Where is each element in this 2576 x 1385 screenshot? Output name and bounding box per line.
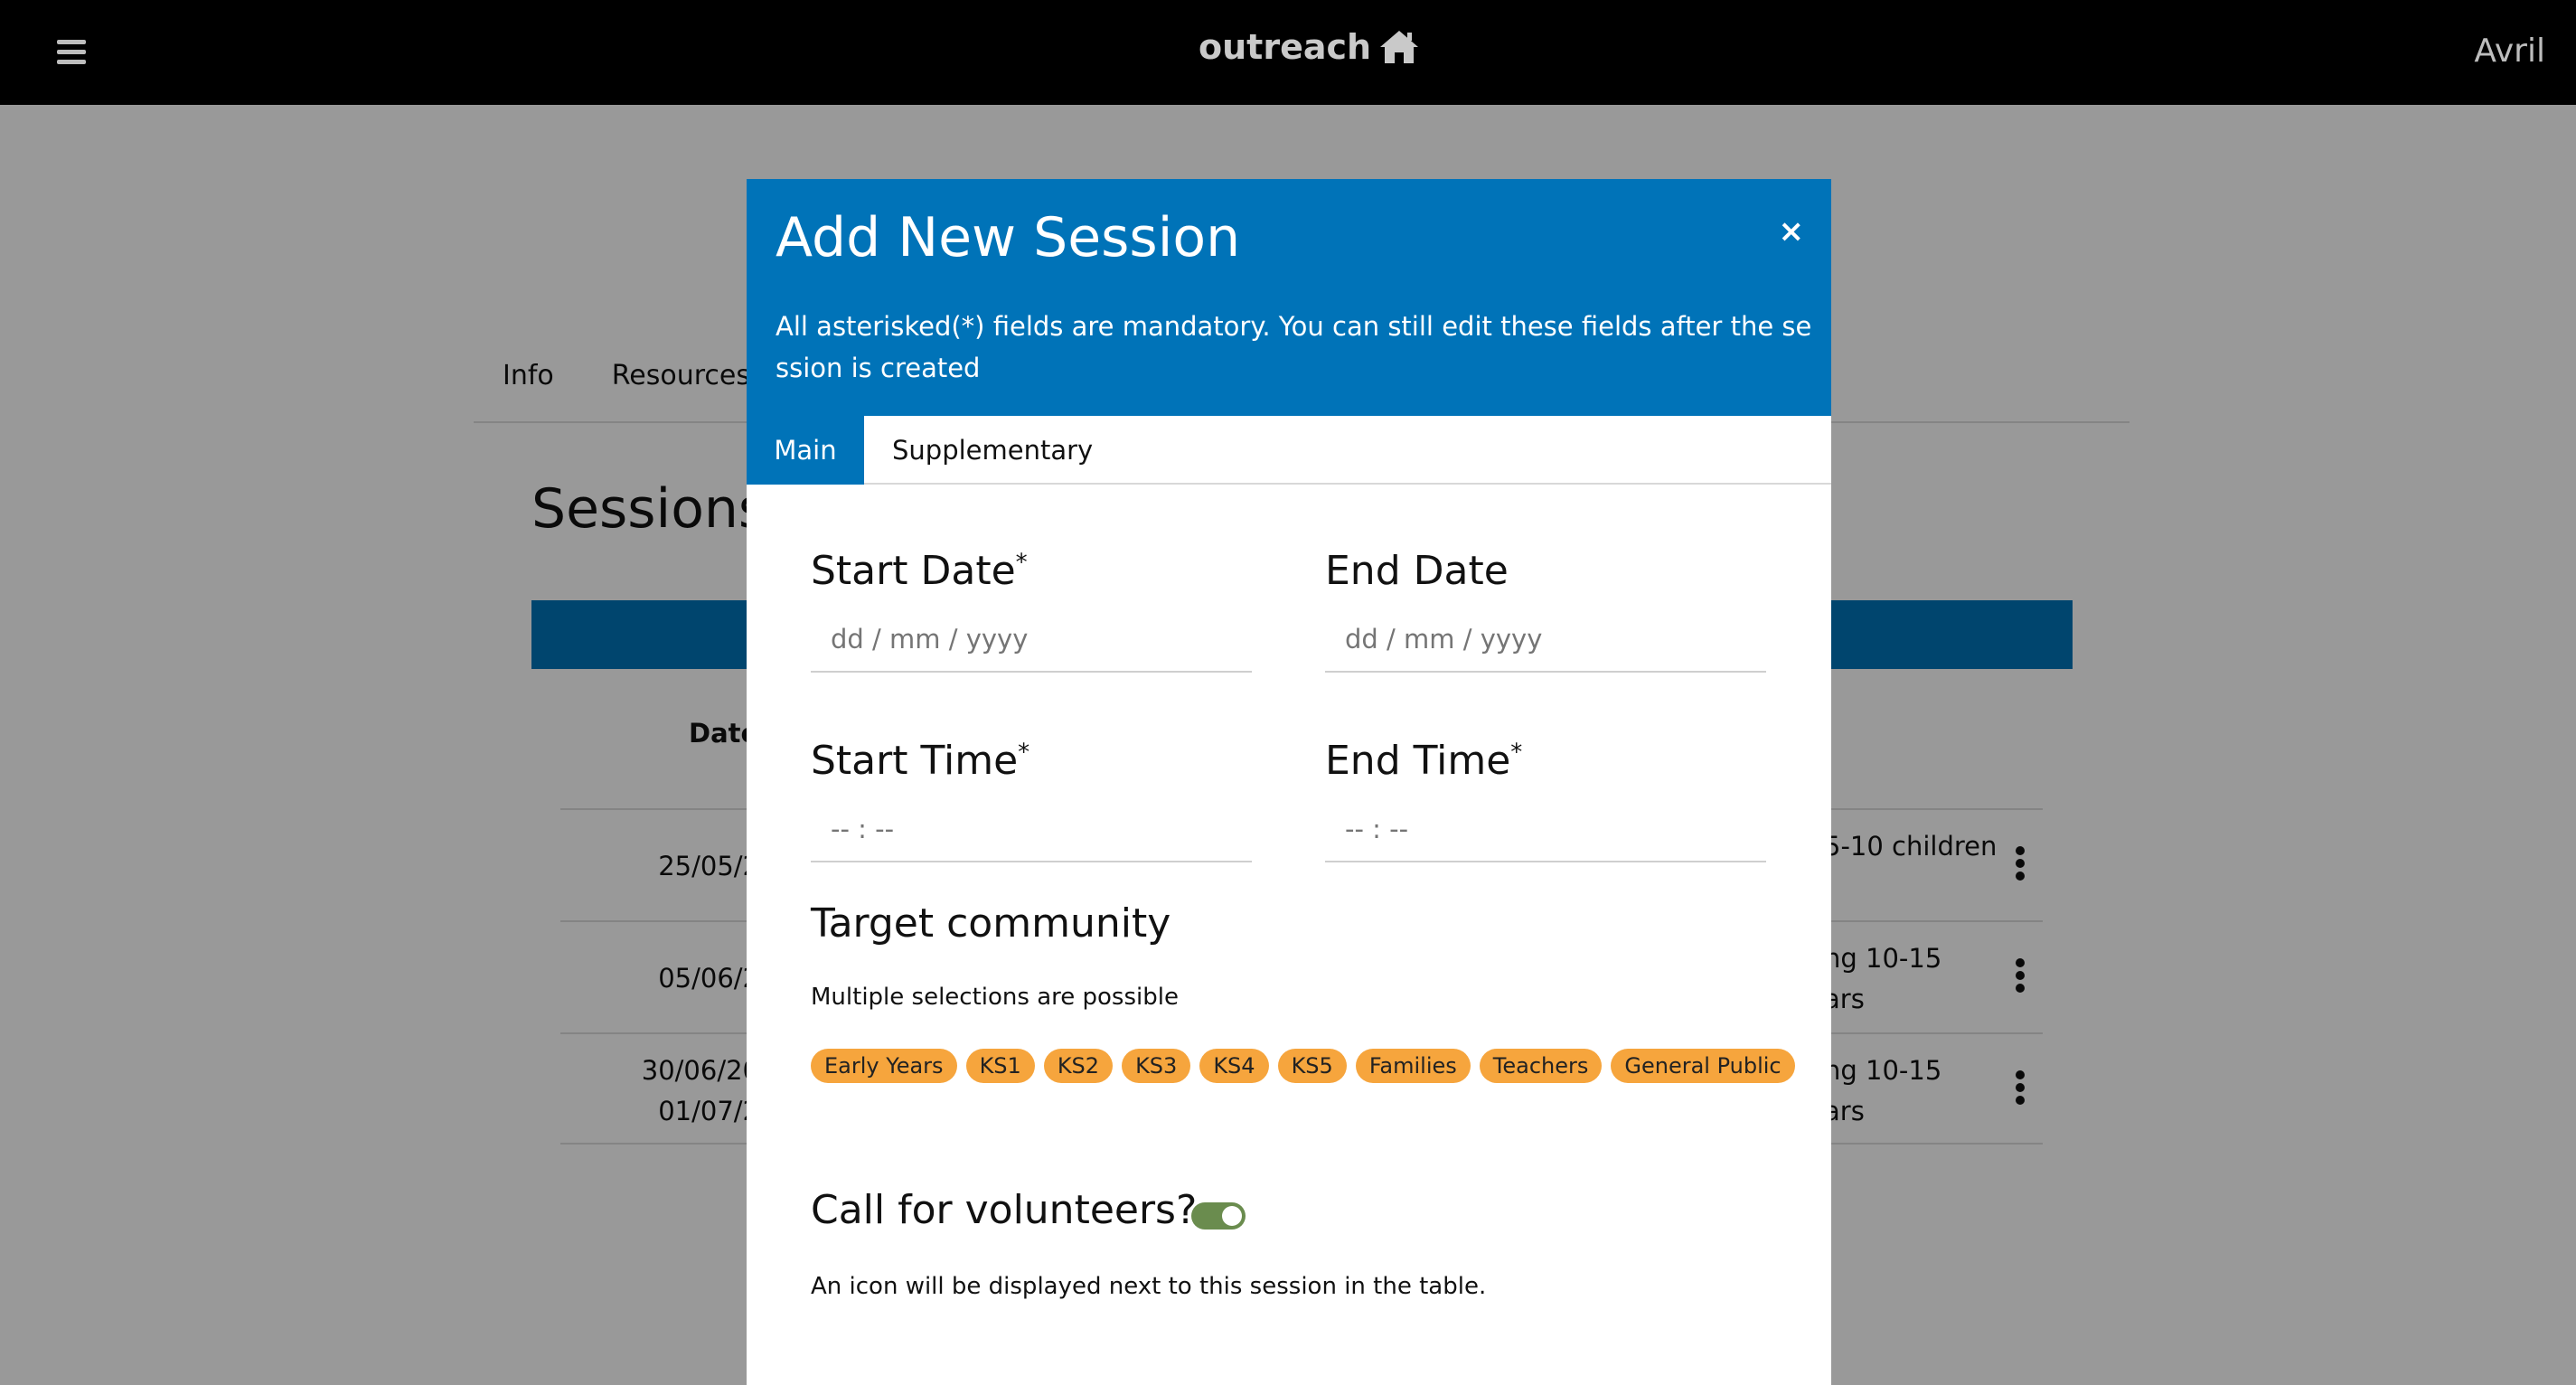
start-date-label: Start Date* — [811, 548, 1028, 594]
modal-description: All asterisked(*) fields are mandatory. … — [776, 311, 1812, 383]
tag-general-public[interactable]: General Public — [1611, 1049, 1795, 1083]
tag-families[interactable]: Families — [1355, 1049, 1471, 1083]
tag-early-years[interactable]: Early Years — [811, 1049, 957, 1083]
modal-header: Add New Session × All asterisked(*) fiel… — [747, 179, 1831, 416]
community-tags: Early Years KS1 KS2 KS3 KS4 KS5 Families… — [811, 1049, 1795, 1083]
start-time-label-text: Start Time — [811, 738, 1019, 784]
required-marker: * — [1015, 549, 1028, 577]
target-community-hint: Multiple selections are possible — [811, 984, 1179, 1011]
modal-tabs: Main Supplementary — [747, 416, 1831, 485]
start-date-label-text: Start Date — [811, 548, 1016, 594]
required-marker: * — [1018, 739, 1030, 767]
start-time-input[interactable] — [811, 797, 1252, 862]
tag-ks4[interactable]: KS4 — [1199, 1049, 1269, 1083]
target-community-title: Target community — [811, 900, 1171, 947]
start-time-label: Start Time* — [811, 738, 1029, 784]
end-time-label-text: End Time — [1325, 738, 1511, 784]
tab-main[interactable]: Main — [747, 416, 864, 485]
add-session-modal: Add New Session × All asterisked(*) fiel… — [747, 179, 1831, 1385]
start-date-input[interactable] — [811, 608, 1252, 673]
brand-name: outreach — [1199, 27, 1372, 67]
home-icon — [1380, 31, 1419, 63]
tag-ks3[interactable]: KS3 — [1122, 1049, 1191, 1083]
end-date-input[interactable] — [1325, 608, 1766, 673]
volunteers-toggle[interactable] — [1191, 1202, 1246, 1230]
volunteers-label: Call for volunteers? — [811, 1187, 1198, 1233]
tag-ks5[interactable]: KS5 — [1277, 1049, 1347, 1083]
tag-teachers[interactable]: Teachers — [1479, 1049, 1603, 1083]
volunteers-note: An icon will be displayed next to this s… — [811, 1273, 1487, 1300]
end-time-input[interactable] — [1325, 797, 1766, 862]
top-navbar: outreach Avril — [0, 0, 2576, 105]
close-icon[interactable]: × — [1779, 213, 1805, 250]
user-menu[interactable]: Avril — [2474, 33, 2545, 70]
tag-ks2[interactable]: KS2 — [1043, 1049, 1114, 1083]
brand-logo[interactable]: outreach — [1199, 24, 1420, 71]
toggle-knob — [1222, 1206, 1242, 1226]
end-time-label: End Time* — [1325, 738, 1522, 784]
required-marker: * — [1510, 739, 1523, 767]
modal-title: Add New Session — [776, 206, 1241, 269]
tag-ks1[interactable]: KS1 — [965, 1049, 1035, 1083]
end-date-label: End Date — [1325, 548, 1509, 594]
hamburger-icon[interactable] — [57, 40, 86, 65]
tab-supplementary[interactable]: Supplementary — [892, 416, 1093, 485]
